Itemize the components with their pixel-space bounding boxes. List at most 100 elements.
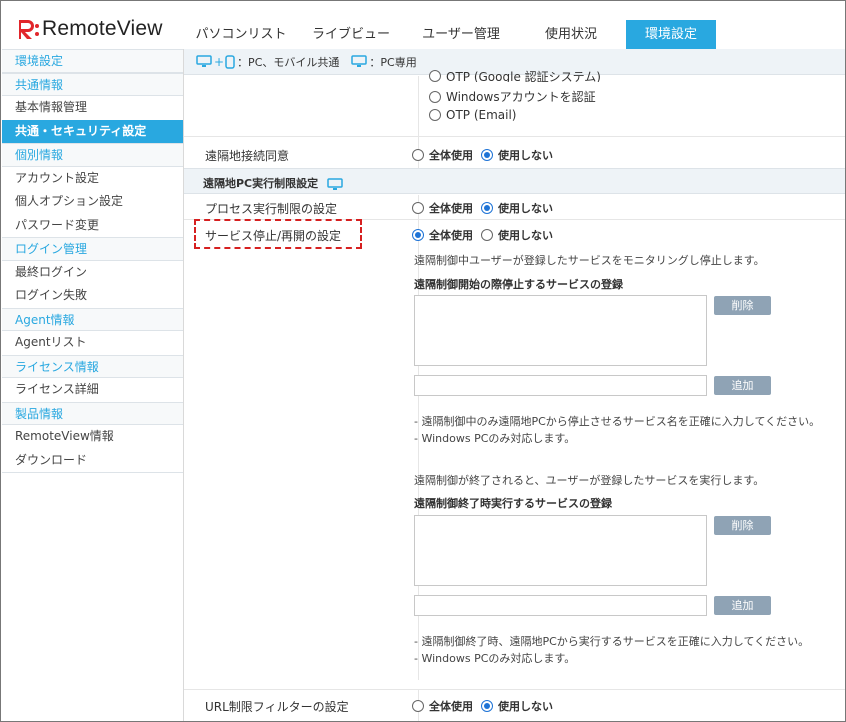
app-window: RemoteView パソコンリスト ライブビュー ユーザー管理 使用状況 環境… xyxy=(0,0,846,722)
radio-label: 全体使用 xyxy=(429,202,473,215)
url-filter-none-radio[interactable]: 使用しない xyxy=(481,698,553,714)
sidebar-item-account[interactable]: アカウント設定 xyxy=(2,166,183,190)
sidebar: 環境設定 共通情報 基本情報管理 共通・セキュリティ設定 個別情報 アカウント設… xyxy=(2,49,184,721)
url-filter-all-radio[interactable]: 全体使用 xyxy=(412,698,473,714)
url-filter-label: URL制限フィルターの設定 xyxy=(205,700,349,714)
auth-option-otp-email[interactable]: OTP (Email) xyxy=(429,108,524,122)
service-stop-options: 全体使用 使用しない xyxy=(412,227,561,243)
sidebar-item-password[interactable]: パスワード変更 xyxy=(2,213,183,237)
stop-service-delete-button[interactable]: 削除 xyxy=(714,296,771,315)
process-limit-options: 全体使用 使用しない xyxy=(412,200,561,216)
url-filter-options: 全体使用 使用しない xyxy=(412,698,561,714)
tab-user-management[interactable]: ユーザー管理 xyxy=(406,20,516,50)
stop-service-register-title: 遠隔制御開始の際停止するサービスの登録 xyxy=(414,278,623,291)
radio-icon xyxy=(429,109,441,121)
section-title-text: 遠隔地PC実行制限設定 xyxy=(203,177,319,190)
process-limit-label: プロセス実行制限の設定 xyxy=(205,202,338,216)
sidebar-item-individual-info[interactable]: 個別情報 xyxy=(2,143,183,167)
sidebar-item-download[interactable]: ダウンロード xyxy=(2,448,183,472)
restart-service-description: 遠隔制御が終了されると、ユーザーが登録したサービスを実行します。 xyxy=(414,474,765,487)
section-title: 遠隔地PC実行制限設定 xyxy=(203,175,343,191)
sidebar-item-login-management[interactable]: ログイン管理 xyxy=(2,237,183,261)
row-divider xyxy=(184,689,845,690)
tab-pc-list[interactable]: パソコンリスト xyxy=(186,20,296,50)
monitor-icon xyxy=(351,55,368,67)
restart-service-note-1: - 遠隔制御終了時、遠隔地PCから実行するサービスを正確に入力してください。 xyxy=(414,635,810,648)
radio-icon xyxy=(481,229,493,241)
column-divider xyxy=(418,76,419,136)
radio-label: 使用しない xyxy=(498,229,553,242)
stop-service-input[interactable] xyxy=(414,375,707,396)
radio-icon xyxy=(412,149,424,161)
restart-service-input[interactable] xyxy=(414,595,707,616)
sidebar-item-settings[interactable]: 環境設定 xyxy=(2,49,183,73)
radio-icon xyxy=(412,700,424,712)
tab-settings[interactable]: 環境設定 xyxy=(626,20,716,50)
section-header: 遠隔地PC実行制限設定 xyxy=(184,168,845,194)
radio-icon xyxy=(412,202,424,214)
monitor-icon xyxy=(196,55,212,67)
sidebar-item-personal-options[interactable]: 個人オプション設定 xyxy=(2,190,183,214)
tab-usage[interactable]: 使用状況 xyxy=(516,20,626,50)
auth-option-otp-email-label: OTP (Email) xyxy=(446,108,517,122)
sidebar-item-basic-info[interactable]: 基本情報管理 xyxy=(2,96,183,120)
plus-icon: + xyxy=(214,54,225,69)
process-limit-none-radio[interactable]: 使用しない xyxy=(481,200,553,216)
sidebar-item-agent-list[interactable]: Agentリスト xyxy=(2,331,183,355)
monitor-icon xyxy=(327,177,343,190)
tab-live-view[interactable]: ライブビュー xyxy=(296,20,406,50)
stop-service-note-2: - Windows PCのみ対応します。 xyxy=(414,432,576,445)
restart-service-delete-button[interactable]: 削除 xyxy=(714,516,771,535)
radio-icon xyxy=(429,90,441,103)
sidebar-item-agent-info[interactable]: Agent情報 xyxy=(2,307,183,331)
sidebar-item-last-login[interactable]: 最終ログイン xyxy=(2,260,183,284)
main-nav: パソコンリスト ライブビュー ユーザー管理 使用状況 環境設定 xyxy=(186,20,716,50)
legend-common-text: ：PC、モバイル共通 xyxy=(237,55,340,69)
radio-selected-icon xyxy=(412,229,424,241)
sidebar-item-security[interactable]: 共通・セキュリティ設定 xyxy=(2,119,183,143)
stop-service-list[interactable] xyxy=(414,295,707,366)
service-stop-none-radio[interactable]: 使用しない xyxy=(481,227,553,243)
remote-consent-all-radio[interactable]: 全体使用 xyxy=(412,147,473,163)
radio-label: 全体使用 xyxy=(429,229,473,242)
stop-service-add-button[interactable]: 追加 xyxy=(714,376,771,395)
auth-option-windows-label: Windowsアカウントを認証 xyxy=(446,90,596,104)
service-stop-description: 遠隔制御中ユーザーが登録したサービスをモニタリングし停止します。 xyxy=(414,254,765,267)
logo[interactable]: RemoteView xyxy=(16,17,163,41)
sidebar-item-product-info[interactable]: 製品情報 xyxy=(2,401,183,425)
service-stop-all-radio[interactable]: 全体使用 xyxy=(412,227,473,243)
restart-service-register-title: 遠隔制御終了時実行するサービスの登録 xyxy=(414,497,612,510)
row-divider xyxy=(184,136,845,137)
radio-label: 全体使用 xyxy=(429,700,473,713)
restart-service-note-2: - Windows PCのみ対応します。 xyxy=(414,652,576,665)
logo-text: RemoteView xyxy=(42,17,163,40)
sidebar-item-license-detail[interactable]: ライセンス詳細 xyxy=(2,378,183,402)
top-header: RemoteView パソコンリスト ライブビュー ユーザー管理 使用状況 環境… xyxy=(2,2,845,50)
sidebar-item-license-info[interactable]: ライセンス情報 xyxy=(2,354,183,378)
process-limit-all-radio[interactable]: 全体使用 xyxy=(412,200,473,216)
restart-service-list[interactable] xyxy=(414,515,707,586)
stop-service-note-1: - 遠隔制御中のみ遠隔地PCから停止させるサービス名を正確に入力してください。 xyxy=(414,415,821,428)
sidebar-divider xyxy=(2,472,183,473)
sidebar-item-common-info[interactable]: 共通情報 xyxy=(2,72,183,96)
mobile-icon xyxy=(225,54,235,69)
radio-selected-icon xyxy=(481,149,493,161)
remoteview-logo-icon xyxy=(19,20,39,39)
radio-label: 使用しない xyxy=(498,202,553,215)
main-content: + ：PC、モバイル共通 ：PC専用 OTP (Google 認証システム) W… xyxy=(184,49,845,721)
remote-consent-options: 全体使用 使用しない xyxy=(412,147,561,163)
radio-icon xyxy=(429,70,441,82)
remote-consent-none-radio[interactable]: 使用しない xyxy=(481,147,553,163)
radio-selected-icon xyxy=(481,202,493,214)
legend-pc-text: ：PC専用 xyxy=(369,55,417,69)
auth-option-windows[interactable]: Windowsアカウントを認証 xyxy=(429,88,604,105)
auth-option-otp-google[interactable]: OTP (Google 認証システム) xyxy=(429,70,609,82)
radio-label: 使用しない xyxy=(498,149,553,162)
sidebar-item-login-failure[interactable]: ログイン失敗 xyxy=(2,284,183,308)
radio-label: 使用しない xyxy=(498,700,553,713)
radio-selected-icon xyxy=(481,700,493,712)
restart-service-add-button[interactable]: 追加 xyxy=(714,596,771,615)
remote-consent-label: 遠隔地接続同意 xyxy=(205,149,290,163)
sidebar-item-remoteview-info[interactable]: RemoteView情報 xyxy=(2,425,183,449)
radio-label: 全体使用 xyxy=(429,149,473,162)
